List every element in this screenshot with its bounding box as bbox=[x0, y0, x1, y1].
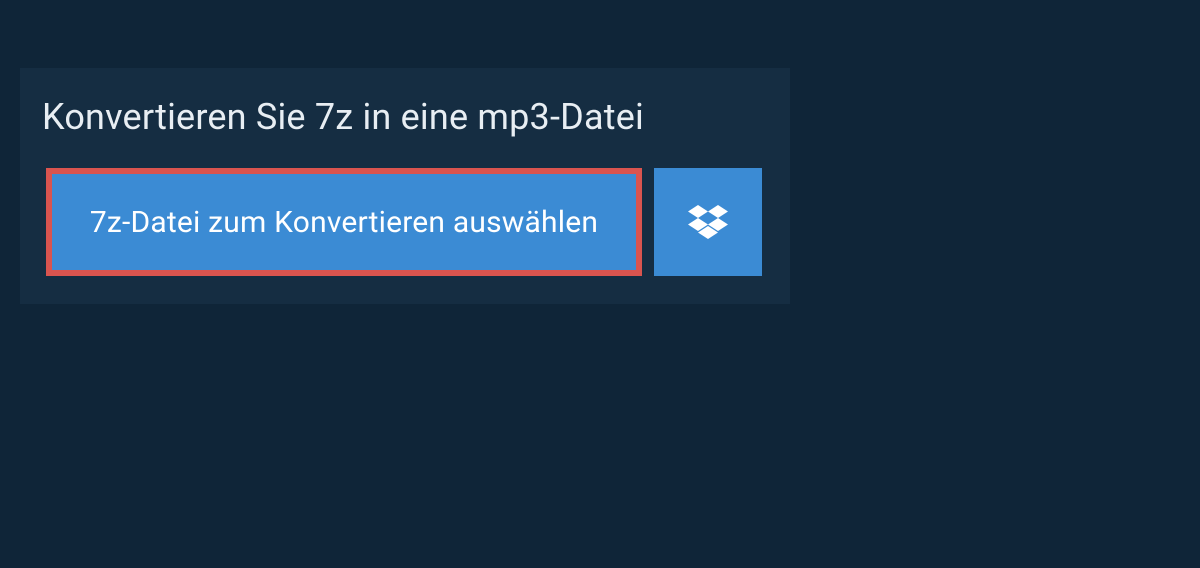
converter-panel: Konvertieren Sie 7z in eine mp3-Datei 7z… bbox=[20, 68, 790, 304]
page-title: Konvertieren Sie 7z in eine mp3-Datei bbox=[42, 96, 768, 138]
dropbox-icon bbox=[688, 202, 728, 242]
title-bar: Konvertieren Sie 7z in eine mp3-Datei bbox=[20, 68, 790, 168]
dropbox-button[interactable] bbox=[654, 168, 762, 276]
select-file-label: 7z-Datei zum Konvertieren auswählen bbox=[90, 205, 598, 240]
button-row: 7z-Datei zum Konvertieren auswählen bbox=[20, 168, 790, 276]
select-file-button[interactable]: 7z-Datei zum Konvertieren auswählen bbox=[46, 168, 642, 276]
